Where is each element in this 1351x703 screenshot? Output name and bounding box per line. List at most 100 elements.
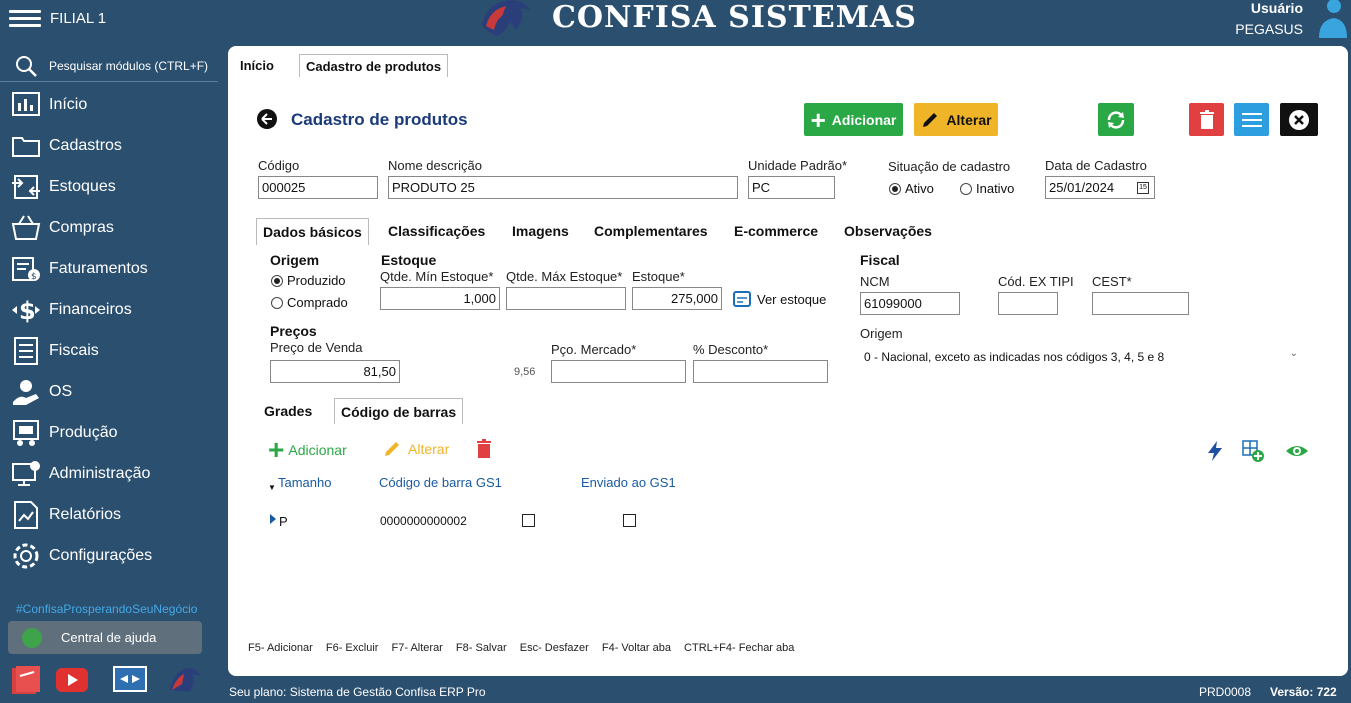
origem-fiscal-select[interactable]: 0 - Nacional, exceto as indicadas nos có… <box>860 346 1300 368</box>
sidebar-item-label: Administração <box>49 465 151 482</box>
ver-estoque-label: Ver estoque <box>757 291 827 307</box>
grid-add-button[interactable]: + Adicionar <box>268 436 347 464</box>
sidebar-item-relatorios[interactable]: Relatórios <box>0 495 218 535</box>
sidebar-item-compras[interactable]: Compras <box>0 208 218 248</box>
sidebar-item-inicio[interactable]: Início <box>0 85 218 125</box>
tab-imagens[interactable]: Imagens <box>506 218 575 245</box>
unidade-field[interactable] <box>748 176 835 199</box>
sidebar-item-financeiros[interactable]: $ Financeiros <box>0 290 218 330</box>
module-search[interactable]: Pesquisar módulos (CTRL+F) <box>0 50 218 82</box>
col-enviado-gs1[interactable]: Enviado ao GS1 <box>581 475 676 490</box>
alter-button[interactable]: Alterar <box>914 103 998 136</box>
desconto-field[interactable] <box>693 360 828 383</box>
ver-estoque-link[interactable]: Ver estoque <box>733 290 826 308</box>
col-codigo-gs1[interactable]: Código de barra GS1 <box>379 475 502 490</box>
calendar-icon[interactable]: 15 <box>1137 182 1149 194</box>
radio-produzido[interactable]: Produzido <box>271 273 346 288</box>
sidebar-item-producao[interactable]: Produção <box>0 413 218 453</box>
svg-text:$: $ <box>19 297 36 325</box>
delete-button[interactable] <box>1189 103 1224 136</box>
close-button[interactable] <box>1280 103 1318 136</box>
sidebar-item-label: Estoques <box>49 178 116 195</box>
radio-produzido-label: Produzido <box>287 273 346 288</box>
branch-name[interactable]: FILIAL 1 <box>50 10 106 27</box>
tab-cadastro-produtos[interactable]: Cadastro de produtos <box>299 54 449 77</box>
sidebar: Pesquisar módulos (CTRL+F) Início Cadastr… <box>0 46 218 703</box>
sidebar-item-faturamentos[interactable]: $ Faturamentos <box>0 249 218 289</box>
shortcut-item: Esc- Desfazer <box>519 642 589 654</box>
add-button[interactable]: + Adicionar <box>804 103 903 136</box>
estoque-label: Estoque* <box>632 269 685 284</box>
shortcut-item: F5- Adicionar <box>248 642 313 654</box>
add-grid-icon[interactable] <box>1241 439 1265 463</box>
back-arrow-icon[interactable] <box>256 108 278 130</box>
youtube-icon[interactable] <box>54 664 90 696</box>
admin-icon <box>6 457 46 491</box>
row-enviado-checkbox[interactable] <box>623 514 636 527</box>
sidebar-item-cadastros[interactable]: Cadastros <box>0 126 218 166</box>
sort-indicator-icon: ▼ <box>268 483 276 492</box>
row-gs1-checkbox[interactable] <box>522 514 535 527</box>
codigo-field[interactable] <box>258 176 378 199</box>
sidebar-item-administracao[interactable]: Administração <box>0 454 218 494</box>
sidebar-item-os[interactable]: OS <box>0 372 218 412</box>
plus-icon: + <box>810 104 826 135</box>
radio-inativo[interactable]: Inativo <box>960 181 1014 196</box>
custo-value: 9,56 <box>514 366 536 378</box>
user-avatar-icon[interactable] <box>1313 0 1347 38</box>
cest-field[interactable] <box>1092 292 1189 315</box>
tab-codigo-barras[interactable]: Código de barras <box>334 398 464 424</box>
refresh-button[interactable] <box>1098 103 1134 136</box>
eye-icon[interactable] <box>1285 439 1309 463</box>
preco-venda-field[interactable] <box>270 360 400 383</box>
tab-dados-basicos[interactable]: Dados básicos <box>256 218 369 245</box>
book-icon[interactable] <box>8 664 44 696</box>
user-name: PEGASUS <box>1235 21 1303 37</box>
min-estoque-field[interactable] <box>380 287 500 310</box>
col-tamanho[interactable]: Tamanho <box>278 475 331 490</box>
origem-fiscal-value: 0 - Nacional, exceto as indicadas nos có… <box>864 350 1165 364</box>
add-button-label: Adicionar <box>831 111 897 128</box>
fiscal-heading: Fiscal <box>860 252 900 268</box>
radio-comprado[interactable]: Comprado <box>271 295 348 310</box>
trash-icon <box>1199 109 1214 129</box>
max-estoque-label: Qtde. Máx Estoque* <box>506 269 623 284</box>
tab-complementares[interactable]: Complementares <box>588 218 714 245</box>
nome-field[interactable] <box>388 176 738 199</box>
ncm-field[interactable] <box>860 292 960 315</box>
sidebar-item-label: Financeiros <box>49 301 132 318</box>
grid-alter-button[interactable]: Alterar <box>382 439 449 459</box>
sidebar-item-label: Cadastros <box>49 137 122 154</box>
grid-delete-button[interactable] <box>476 439 492 459</box>
tab-ecommerce[interactable]: E-commerce <box>728 218 824 245</box>
whatsapp-icon <box>22 627 42 648</box>
shortcut-item: F8- Salvar <box>455 642 507 654</box>
tab-observacoes[interactable]: Observações <box>838 218 938 245</box>
row-codigo[interactable]: 0000000000002 <box>380 514 467 528</box>
radio-ativo[interactable]: Ativo <box>889 181 934 196</box>
hamburger-menu-icon[interactable] <box>9 6 41 32</box>
max-estoque-field[interactable] <box>506 287 626 310</box>
options-menu-button[interactable] <box>1234 103 1269 136</box>
sidebar-item-configuracoes[interactable]: Configurações <box>0 536 218 576</box>
tab-grades[interactable]: Grades <box>258 398 318 424</box>
screen-code: PRD0008 <box>1199 685 1252 699</box>
svg-text:$: $ <box>31 272 37 282</box>
lightning-icon[interactable] <box>1203 439 1227 463</box>
grid-add-label: Adicionar <box>288 442 347 458</box>
sidebar-item-fiscais[interactable]: Fiscais <box>0 331 218 371</box>
extipi-field[interactable] <box>998 292 1058 315</box>
row-tamanho[interactable]: P <box>279 514 288 529</box>
tab-inicio[interactable]: Início <box>234 54 280 77</box>
radio-ativo-dot <box>889 182 901 195</box>
tab-classificacoes[interactable]: Classificações <box>382 218 491 245</box>
sidebar-item-estoques[interactable]: Estoques <box>0 167 218 207</box>
help-center-button[interactable]: Central de ajuda <box>8 621 202 654</box>
shortcut-item: CTRL+F4- Fechar aba <box>684 642 795 654</box>
sidebar-item-label: Configurações <box>49 547 153 564</box>
remote-access-icon[interactable] <box>112 664 148 696</box>
preco-mercado-field[interactable] <box>551 360 686 383</box>
confisa-horse-icon[interactable] <box>166 664 202 696</box>
alter-button-label: Alterar <box>946 111 992 128</box>
estoque-field[interactable] <box>632 287 722 310</box>
